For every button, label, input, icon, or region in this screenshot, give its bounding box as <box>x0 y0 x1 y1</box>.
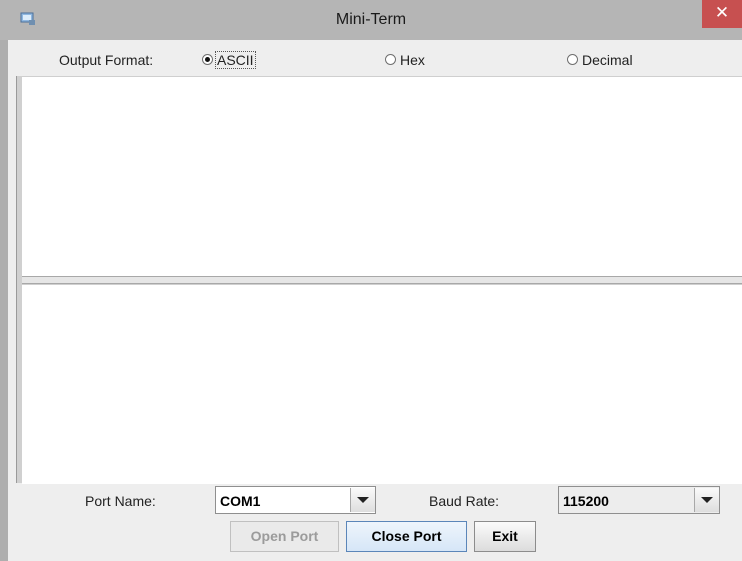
radio-decimal[interactable] <box>567 54 578 65</box>
radio-ascii[interactable] <box>202 54 213 65</box>
split-pane-divider[interactable] <box>22 276 742 284</box>
chevron-down-icon[interactable] <box>694 488 719 512</box>
output-format-row: Output Format: ASCII Hex Decimal <box>8 40 742 76</box>
title-bar[interactable]: Mini-Term ✕ <box>0 0 742 40</box>
output-format-label: Output Format: <box>59 52 154 68</box>
window-title: Mini-Term <box>335 11 407 28</box>
app-window: Mini-Term ✕ Output Format: ASCII Hex Dec… <box>0 0 742 561</box>
baud-rate-value: 115200 <box>563 493 609 509</box>
send-text-area[interactable] <box>22 284 742 484</box>
open-port-button[interactable]: Open Port <box>230 521 339 552</box>
radio-hex[interactable] <box>385 54 396 65</box>
receive-text-area[interactable] <box>22 76 742 276</box>
port-name-value: COM1 <box>220 493 261 509</box>
close-icon[interactable]: ✕ <box>702 0 742 28</box>
radio-ascii-label[interactable]: ASCII <box>215 51 256 69</box>
port-name-label: Port Name: <box>85 493 156 509</box>
port-name-combo[interactable]: COM1 <box>215 486 376 514</box>
radio-decimal-label[interactable]: Decimal <box>582 52 633 68</box>
exit-button[interactable]: Exit <box>474 521 536 552</box>
client-area: Output Format: ASCII Hex Decimal Port Na… <box>8 40 742 561</box>
baud-rate-combo[interactable]: 115200 <box>558 486 720 514</box>
radio-hex-label[interactable]: Hex <box>400 52 425 68</box>
chevron-down-icon[interactable] <box>350 488 375 512</box>
close-port-button[interactable]: Close Port <box>346 521 467 552</box>
baud-rate-label: Baud Rate: <box>429 493 500 509</box>
